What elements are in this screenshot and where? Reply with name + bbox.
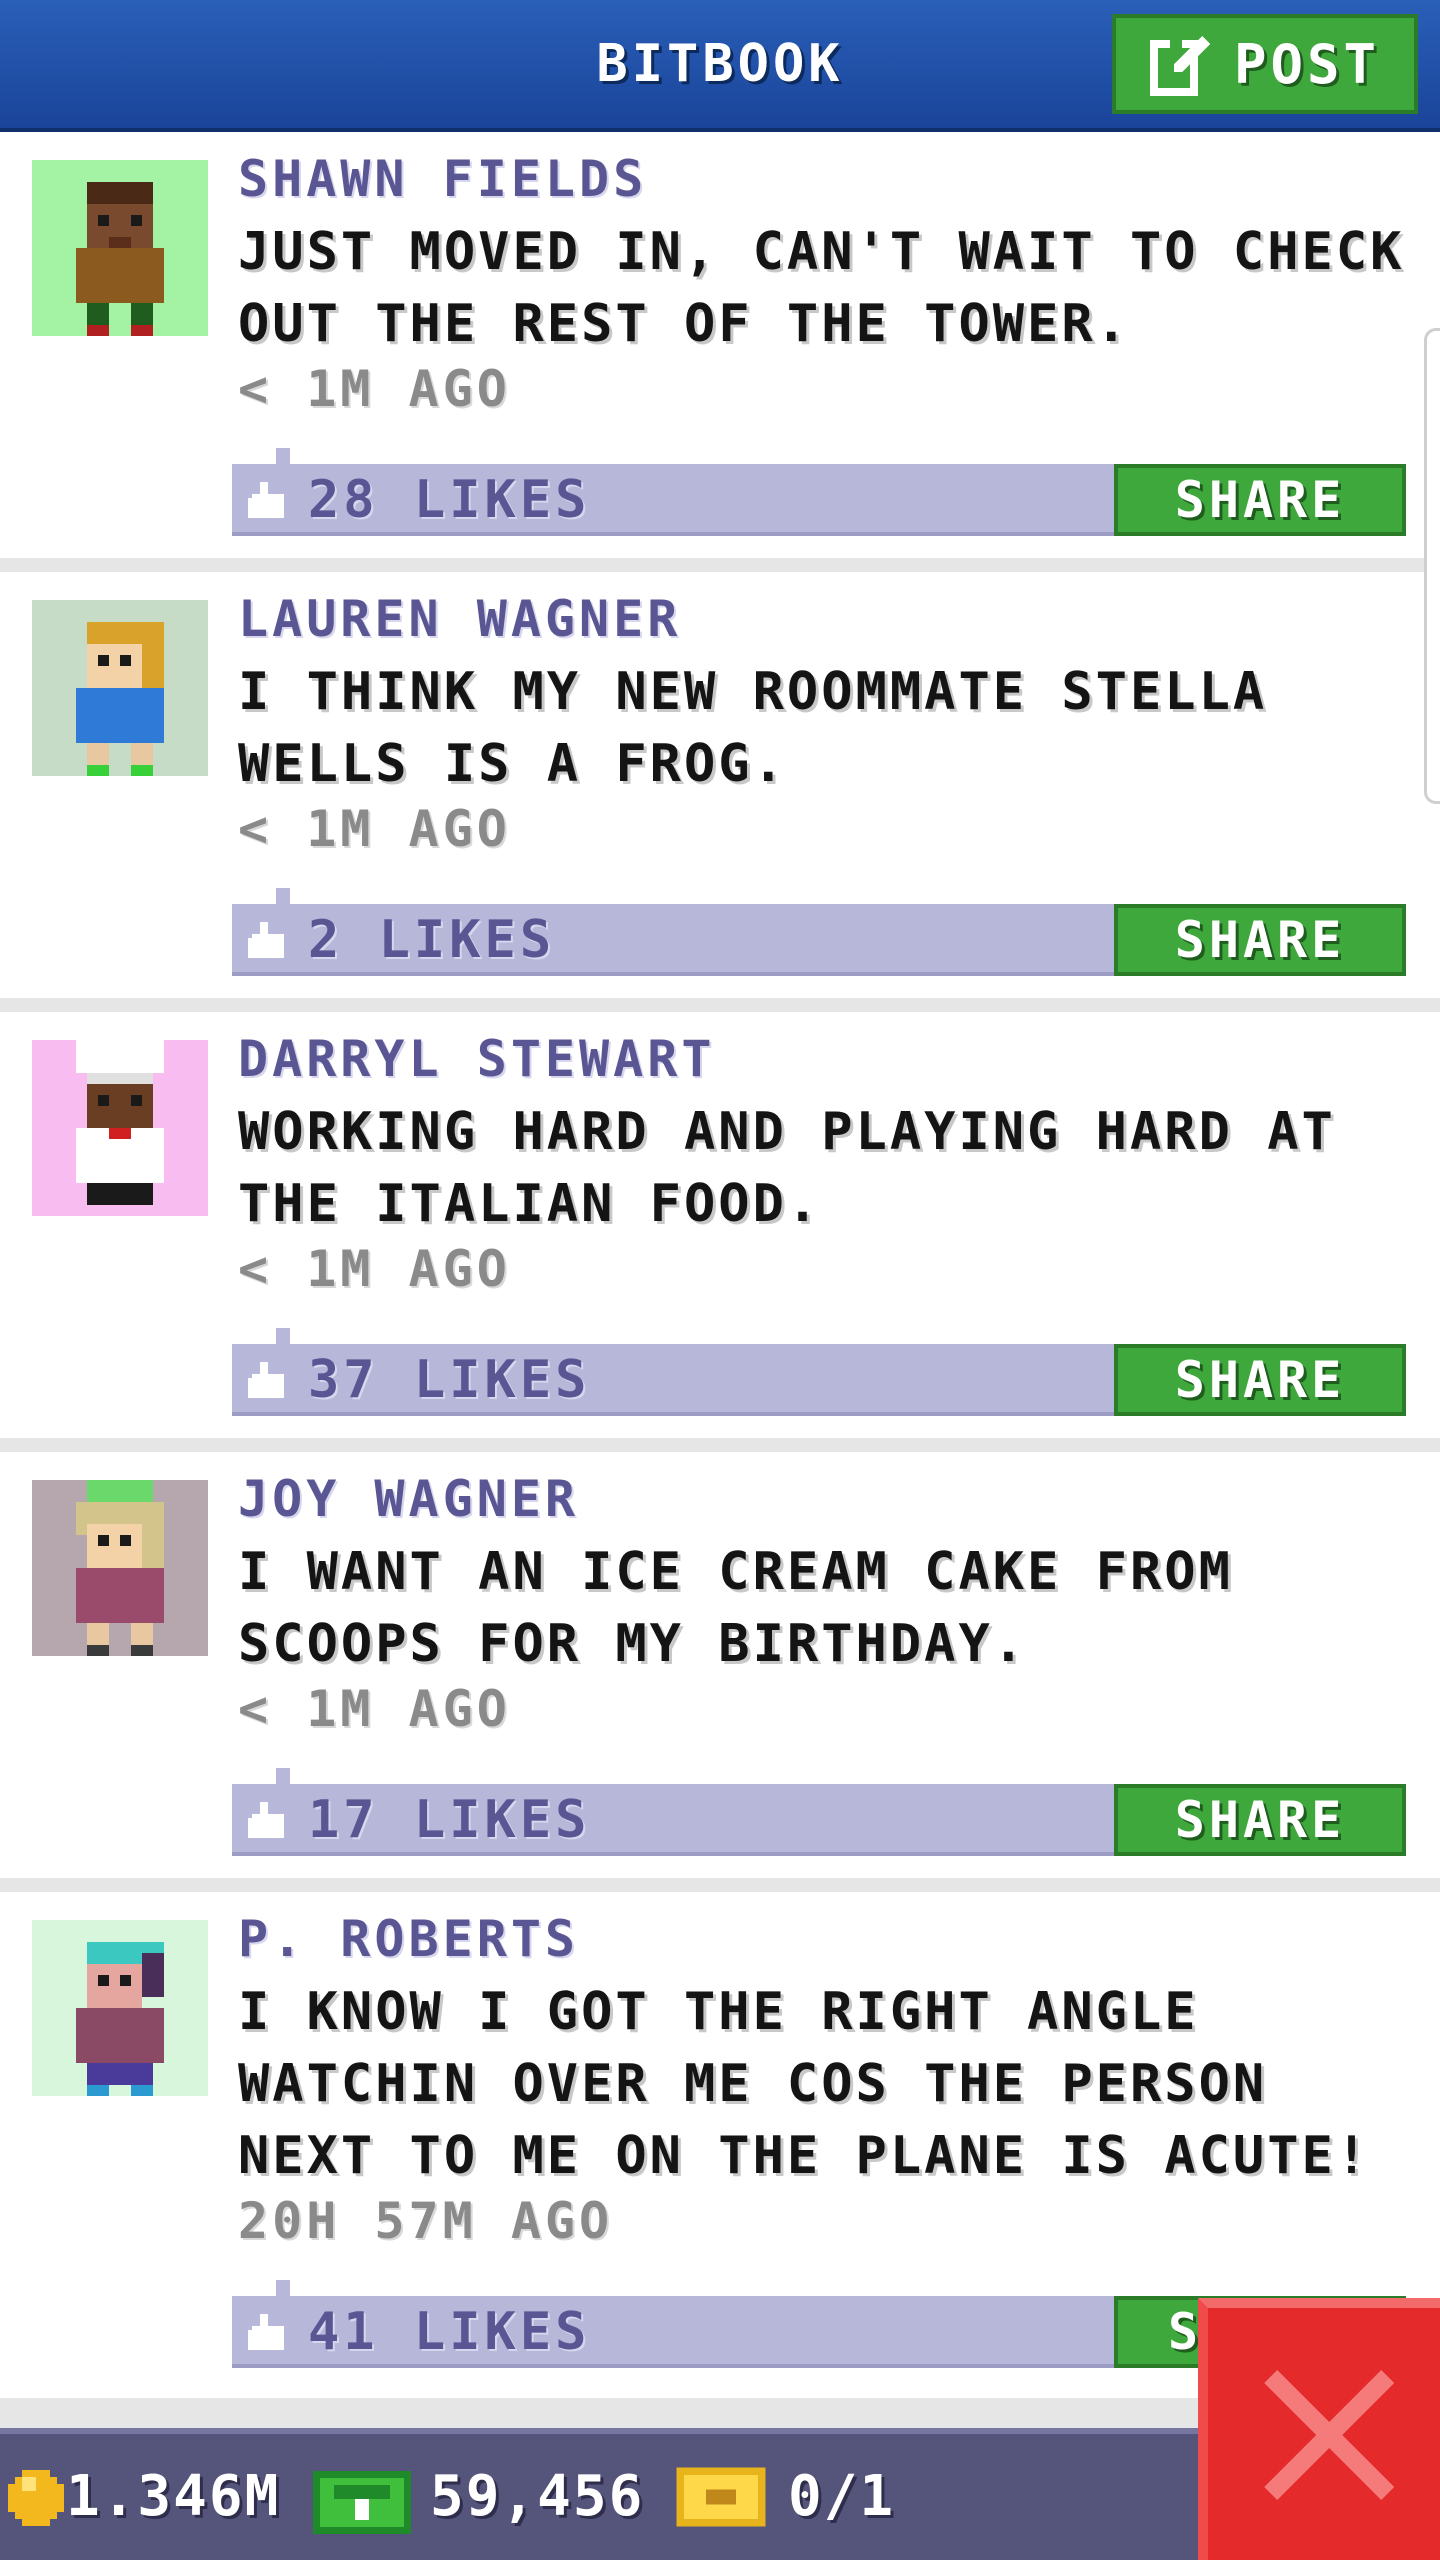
post-message: I KNOW I GOT THE RIGHT ANGLE WATCHIN OVE… [238,1982,1371,2186]
post-timestamp: < 1M AGO [238,800,511,858]
coins-count: 1.346M [66,2464,281,2529]
cash-icon [313,2471,411,2534]
post-message: JUST MOVED IN, CAN'T WAIT TO CHECK OUT T… [238,222,1405,354]
post-timestamp: < 1M AGO [238,1240,511,1298]
feed-post: LAUREN WAGNER I THINK MY NEW ROOMMATE ST… [0,572,1440,998]
like-bar[interactable]: 2 LIKES SHARE [232,888,1406,976]
post-message: I WANT AN ICE CREAM CAKE FROM SCOOPS FOR… [238,1542,1233,1674]
resource-bar: 1.346M 59,456 0/1 [0,2428,1200,2560]
avatar [32,1040,208,1216]
avatar [32,1920,208,2096]
cash-count: 59,456 [430,2464,645,2529]
feed-post: DARRYL STEWART WORKING HARD AND PLAYING … [0,1012,1440,1438]
post-timestamp: < 1M AGO [238,360,511,418]
post-author[interactable]: LAUREN WAGNER [238,590,681,648]
post-button[interactable]: POST [1112,14,1418,114]
top-bar: BITBOOK POST [0,0,1440,132]
likes-count: 2 LIKES [308,910,556,970]
like-bar[interactable]: 37 LIKES SHARE [232,1328,1406,1416]
post-author[interactable]: P. ROBERTS [238,1910,579,1968]
share-button[interactable]: SHARE [1114,1344,1406,1416]
share-button[interactable]: SHARE [1114,464,1406,536]
likes-count: 37 LIKES [308,1350,591,1410]
post-author[interactable]: SHAWN FIELDS [238,150,647,208]
edit-icon [1149,36,1210,96]
coin-icon [8,2470,64,2526]
likes-count: 28 LIKES [308,470,591,530]
close-button[interactable] [1198,2298,1440,2560]
tickets-count: 0/1 [788,2464,896,2529]
thumbs-up-icon [248,1362,284,1398]
post-message: WORKING HARD AND PLAYING HARD AT THE ITA… [238,1102,1336,1234]
thumbs-up-icon [248,922,284,958]
share-button[interactable]: SHARE [1114,1784,1406,1856]
post-author[interactable]: DARRYL STEWART [238,1030,715,1088]
thumbs-up-icon [248,1802,284,1838]
feed-post: SHAWN FIELDS JUST MOVED IN, CAN'T WAIT T… [0,132,1440,558]
thumbs-up-icon [248,2314,284,2350]
like-bar[interactable]: 17 LIKES SHARE [232,1768,1406,1856]
like-bar[interactable]: 28 LIKES SHARE [232,448,1406,536]
share-button[interactable]: SHARE [1114,904,1406,976]
avatar [32,1480,208,1656]
avatar [32,160,208,336]
post-author[interactable]: JOY WAGNER [238,1470,579,1528]
post-timestamp: < 1M AGO [238,1680,511,1738]
post-button-label: POST [1233,32,1381,96]
avatar [32,600,208,776]
close-icon [1264,2370,1394,2500]
ticket-icon [676,2467,766,2527]
scrollbar[interactable] [1424,328,1440,804]
feed-post: JOY WAGNER I WANT AN ICE CREAM CAKE FROM… [0,1452,1440,1878]
post-message: I THINK MY NEW ROOMMATE STELLA WELLS IS … [238,662,1268,794]
post-timestamp: 20H 57M AGO [238,2192,614,2250]
likes-count: 41 LIKES [308,2302,591,2362]
likes-count: 17 LIKES [308,1790,591,1850]
thumbs-up-icon [248,482,284,518]
